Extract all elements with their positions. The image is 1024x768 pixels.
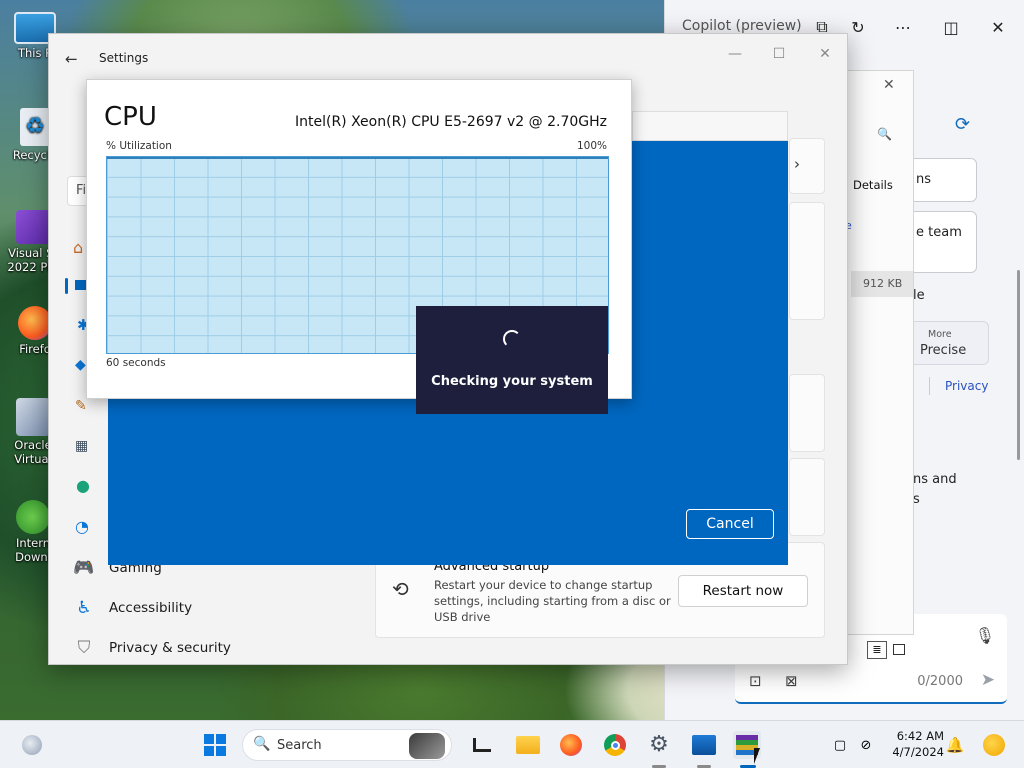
desktop-icon-label: This P bbox=[17, 46, 53, 60]
utilization-max-label: 100% bbox=[576, 140, 607, 152]
search-icon: 🔍 bbox=[253, 736, 271, 752]
checking-system-overlay: Checking your system bbox=[416, 306, 608, 414]
microphone-icon[interactable]: 🎙 bbox=[975, 626, 995, 645]
precise-label: Precise bbox=[920, 343, 967, 358]
chevron-right-icon: › bbox=[794, 155, 800, 173]
settings-gear-icon[interactable]: ⚙ bbox=[645, 731, 673, 759]
firefox-icon[interactable] bbox=[557, 731, 585, 759]
cpu-title: CPU bbox=[104, 102, 157, 132]
precise-style-button[interactable]: More Precise bbox=[909, 321, 989, 365]
character-count: 0/2000 bbox=[917, 674, 963, 689]
time-language-icon[interactable]: ◔ bbox=[75, 517, 89, 536]
apps-icon[interactable]: ▦ bbox=[75, 438, 88, 454]
copilot-suggestion-card[interactable]: ns bbox=[909, 158, 977, 202]
close-icon[interactable]: ✕ bbox=[813, 44, 837, 64]
advanced-startup-description: Restart your device to change startup se… bbox=[434, 578, 671, 624]
network-icon[interactable]: ◆ bbox=[75, 357, 86, 373]
search-icon[interactable]: 🔍 bbox=[877, 127, 892, 141]
size-cell: 912 KB bbox=[851, 271, 913, 297]
restart-settings-icon: ⟲ bbox=[392, 577, 409, 601]
copilot-scrollbar[interactable] bbox=[1017, 270, 1020, 460]
settings-card bbox=[789, 374, 825, 452]
search-placeholder: Search bbox=[277, 738, 322, 753]
more-label: More bbox=[928, 329, 952, 340]
notification-bell-icon[interactable]: 🔔 bbox=[944, 731, 966, 759]
refresh-icon[interactable]: ↻ bbox=[845, 14, 871, 40]
accounts-icon[interactable]: ● bbox=[76, 476, 90, 495]
close-icon[interactable]: ✕ bbox=[883, 77, 895, 93]
nav-item-label: Privacy & security bbox=[109, 640, 231, 656]
task-view-icon[interactable] bbox=[468, 731, 496, 759]
back-arrow-icon[interactable]: ← bbox=[65, 50, 78, 68]
nav-item-privacy-security[interactable]: ⛉ Privacy & security bbox=[73, 632, 231, 664]
region-capture-icon[interactable]: ⊠ bbox=[785, 672, 798, 690]
utilization-line bbox=[107, 157, 608, 159]
file-explorer-icon[interactable] bbox=[514, 731, 542, 759]
personalization-icon[interactable]: ✎ bbox=[75, 398, 87, 414]
copilot-text: s bbox=[913, 492, 920, 507]
file-size: 912 KB bbox=[863, 277, 903, 290]
loading-spinner-icon bbox=[503, 330, 521, 348]
search-highlight-image-icon bbox=[409, 733, 445, 759]
nav-active-indicator bbox=[65, 278, 68, 294]
home-icon[interactable]: ⌂ bbox=[73, 238, 83, 257]
divider bbox=[929, 377, 930, 395]
nav-item-accessibility[interactable]: ♿ Accessibility bbox=[73, 592, 192, 624]
nav-item-label: Accessibility bbox=[109, 600, 193, 616]
start-windows-icon[interactable] bbox=[201, 731, 229, 759]
view-details-icon[interactable]: ≣ bbox=[867, 641, 887, 659]
checking-message: Checking your system bbox=[431, 374, 593, 389]
details-tab[interactable]: Details bbox=[853, 178, 893, 192]
settings-titlebar: ← Settings — ☐ ✕ bbox=[49, 34, 847, 82]
cancel-button[interactable]: Cancel bbox=[686, 509, 774, 539]
clock-time: 6:42 AM bbox=[896, 729, 944, 743]
visual-studio-icon bbox=[16, 210, 50, 244]
taskbar-search-box[interactable]: 🔍 Search bbox=[242, 729, 452, 761]
suggestion-text: e team bbox=[916, 225, 962, 240]
task-manager-icon[interactable] bbox=[690, 731, 718, 759]
mouse-cursor-icon bbox=[754, 748, 760, 764]
minimize-icon[interactable]: — bbox=[723, 44, 747, 64]
send-icon[interactable]: ➤ bbox=[981, 670, 995, 690]
copilot-suggestion-card[interactable]: e team bbox=[909, 211, 977, 273]
more-options-icon[interactable]: ⋯ bbox=[890, 14, 916, 40]
settings-card[interactable]: › bbox=[789, 138, 825, 194]
chrome-icon[interactable] bbox=[601, 731, 629, 759]
taskbar: 🔍 Search ⚙ ▢ ⊘ 6:42 AM 4/7/2024 🔔 bbox=[0, 720, 1024, 768]
shield-icon: ⛉ bbox=[77, 638, 91, 658]
copilot-title: Copilot (preview) bbox=[682, 18, 802, 34]
taskbar-clock[interactable]: 6:42 AM 4/7/2024 bbox=[892, 728, 944, 760]
time-span-label: 60 seconds bbox=[106, 357, 166, 369]
sync-icon[interactable]: ⟳ bbox=[955, 114, 970, 135]
close-icon[interactable]: ✕ bbox=[985, 14, 1011, 40]
utilization-label: % Utilization bbox=[106, 140, 172, 152]
widgets-icon[interactable] bbox=[18, 731, 46, 759]
restart-now-button[interactable]: Restart now bbox=[678, 575, 808, 607]
recycle-bin-icon: ♻ bbox=[20, 108, 50, 146]
window-title: Settings bbox=[99, 51, 149, 65]
tray-status-icon[interactable]: ⊘ bbox=[856, 731, 876, 759]
dock-side-icon[interactable]: ◫ bbox=[938, 14, 964, 40]
maximize-icon[interactable]: ☐ bbox=[767, 44, 791, 64]
clock-date: 4/7/2024 bbox=[892, 745, 944, 759]
gamepad-icon: 🎮 bbox=[73, 558, 95, 578]
suggestion-text: ns bbox=[916, 172, 932, 187]
cpu-model: Intel(R) Xeon(R) CPU E5-2697 v2 @ 2.70GH… bbox=[295, 114, 607, 130]
firefox-icon bbox=[18, 306, 52, 340]
search-text: Fi bbox=[76, 183, 87, 198]
copilot-pre-icon[interactable] bbox=[980, 731, 1008, 759]
privacy-link[interactable]: Privacy bbox=[945, 379, 988, 393]
dialog-titlebar-strip bbox=[632, 111, 788, 141]
settings-card bbox=[789, 458, 825, 536]
copilot-text: le bbox=[913, 288, 925, 303]
virtualbox-icon bbox=[16, 398, 50, 436]
screenshot-icon[interactable]: ⊡ bbox=[749, 672, 762, 690]
download-manager-icon bbox=[16, 500, 50, 534]
tray-window-icon[interactable]: ▢ bbox=[830, 731, 850, 759]
settings-card bbox=[789, 202, 825, 320]
desktop-icon-label: Firefo bbox=[19, 342, 51, 356]
copilot-text: ns and bbox=[913, 472, 957, 487]
accessibility-icon: ♿ bbox=[76, 598, 92, 618]
view-tiles-icon[interactable] bbox=[893, 644, 905, 655]
